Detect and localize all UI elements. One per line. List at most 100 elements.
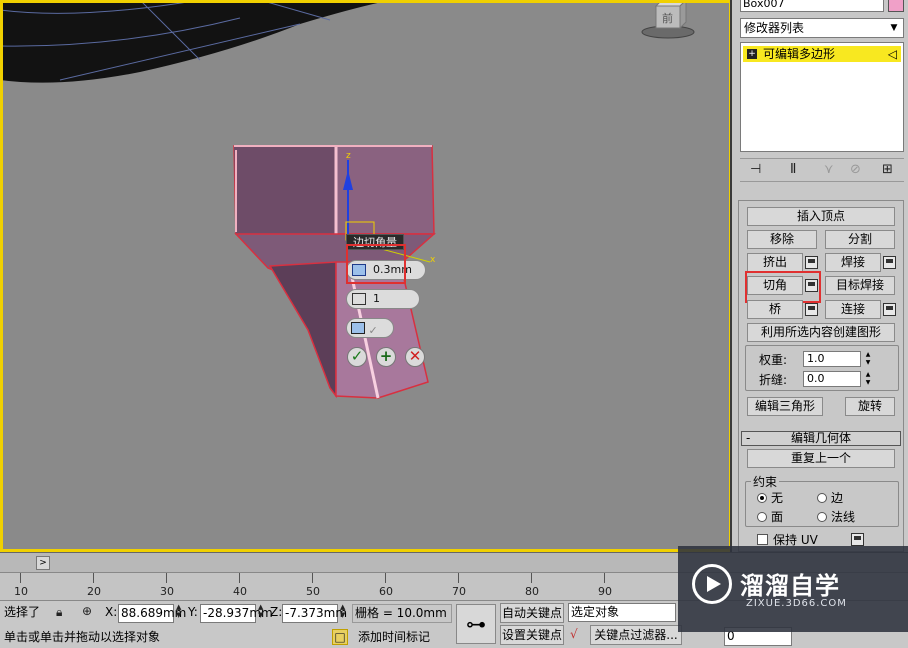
- remove-modifier-icon[interactable]: ⊘: [850, 162, 861, 177]
- turn-button[interactable]: 旋转: [845, 397, 895, 416]
- weight-input[interactable]: 1.0: [803, 351, 861, 367]
- bridge-settings-icon[interactable]: [805, 303, 818, 316]
- y-spinner-icon[interactable]: ▲ ▼: [258, 603, 263, 619]
- z-spinner-icon[interactable]: ▲ ▼: [340, 603, 345, 619]
- chamfer-amount-value: 0.3mm: [373, 263, 412, 276]
- caddy-title: 边切角量: [346, 234, 404, 250]
- constraints-label: 约束: [751, 473, 780, 490]
- prompt-line: 单击或单击并拖动以选择对象: [4, 630, 161, 644]
- absolute-mode-icon[interactable]: ⊕: [82, 604, 92, 618]
- pin-stack-icon[interactable]: ⊣: [750, 162, 761, 177]
- chamfer-settings-icon[interactable]: [805, 279, 818, 292]
- connect-settings-icon[interactable]: [883, 303, 896, 316]
- time-slider-next-icon[interactable]: >: [36, 556, 50, 570]
- key-mode-icon[interactable]: √: [570, 627, 578, 641]
- repeat-last-button[interactable]: 重复上一个: [747, 449, 895, 468]
- constraint-edge-radio[interactable]: [817, 493, 827, 503]
- caddy-ok-button[interactable]: ✓: [347, 347, 367, 367]
- connect-button[interactable]: 连接: [825, 300, 881, 319]
- chamfer-button[interactable]: 切角: [747, 276, 803, 295]
- key-filters-button[interactable]: 关键点过滤器...: [590, 625, 682, 645]
- modifier-stack[interactable]: + 可编辑多边形 ◁: [740, 42, 904, 152]
- light-bulb-icon: ◁: [887, 47, 897, 61]
- open-chamfer-toggle[interactable]: ✓: [346, 318, 394, 338]
- segments-field[interactable]: 1: [346, 289, 420, 309]
- x-spinner-icon[interactable]: ▲ ▼: [176, 603, 181, 619]
- configure-sets-icon[interactable]: ⊞: [882, 162, 893, 177]
- open-chamfer-icon: [351, 322, 365, 334]
- crease-label: 折缝:: [759, 373, 788, 387]
- edit-geometry-title: 编辑几何体: [790, 431, 851, 445]
- svg-text:x: x: [430, 255, 436, 265]
- extrude-settings-icon[interactable]: [805, 256, 818, 269]
- modifier-list-label: 修改器列表: [744, 21, 805, 35]
- perspective-viewport[interactable]: z x 前 边切角量 0.3mm 1 ✓ ✓ + ✕: [0, 0, 732, 552]
- chamfer-amount-field[interactable]: 0.3mm: [346, 260, 426, 280]
- target-weld-button[interactable]: 目标焊接: [825, 276, 895, 295]
- constraint-normal-label: 法线: [831, 510, 856, 524]
- weld-settings-icon[interactable]: [883, 256, 896, 269]
- constraint-edge-label: 边: [831, 491, 844, 505]
- plus-icon: +: [379, 347, 393, 365]
- lock-icon[interactable]: 🔒︎: [56, 605, 62, 620]
- track-tick-label: 80: [525, 585, 539, 598]
- set-key-button[interactable]: 设置关键点: [500, 625, 564, 645]
- constraint-face-radio[interactable]: [757, 512, 767, 522]
- caddy-cancel-button[interactable]: ✕: [405, 347, 425, 367]
- play-logo-icon: [692, 564, 732, 604]
- make-unique-icon[interactable]: ⋎: [824, 162, 834, 177]
- preserve-uv-checkbox[interactable]: [757, 534, 768, 545]
- x-coordinate-input[interactable]: 88.689mm: [118, 604, 186, 623]
- extrude-button[interactable]: 挤出: [747, 253, 803, 272]
- edit-edges-rollout: 插入顶点 移除 分割 挤出 焊接 切角 目标焊接 桥 连接 利用所选内容创建图形…: [738, 200, 904, 552]
- weld-button[interactable]: 焊接: [825, 253, 881, 272]
- selection-status: 选择了: [4, 605, 41, 619]
- z-label: Z:: [270, 605, 283, 619]
- z-coordinate-input[interactable]: -7.373mm: [282, 604, 347, 623]
- chevron-down-icon: ▼: [890, 23, 898, 33]
- preserve-uv-settings-icon[interactable]: [851, 533, 864, 546]
- create-shape-button[interactable]: 利用所选内容创建图形: [747, 323, 895, 342]
- track-tick-label: 70: [452, 585, 466, 598]
- watermark-title: 溜溜自学: [740, 572, 840, 600]
- expand-icon[interactable]: +: [747, 49, 757, 59]
- constraint-none-radio[interactable]: [757, 493, 767, 503]
- svg-text:z: z: [346, 151, 351, 161]
- object-name-field[interactable]: Box007: [740, 0, 884, 12]
- track-tick-label: 90: [598, 585, 612, 598]
- edit-geometry-rollout-title[interactable]: - 编辑几何体: [741, 431, 901, 446]
- split-button[interactable]: 分割: [825, 230, 895, 249]
- ground-mesh: [0, 0, 392, 83]
- object-color-swatch[interactable]: [888, 0, 904, 12]
- time-tag-icon[interactable]: □: [332, 629, 348, 645]
- stack-toolbar: ⊣ Ⅱ ⋎ ⊘ ⊞: [740, 158, 904, 182]
- segments-icon: [352, 293, 366, 305]
- viewcube-face-label: 前: [662, 11, 673, 25]
- auto-key-button[interactable]: 自动关键点: [500, 603, 564, 623]
- grid-size-display: 栅格 = 10.0mm: [352, 604, 452, 623]
- y-coordinate-input[interactable]: -28.937mm: [200, 604, 273, 623]
- weight-spinner-icon[interactable]: ▲ ▼: [863, 351, 873, 367]
- crease-spinner-icon[interactable]: ▲ ▼: [863, 371, 873, 387]
- caddy-apply-button[interactable]: +: [376, 347, 396, 367]
- set-key-icon[interactable]: ⊶: [456, 604, 496, 644]
- model-leg[interactable]: [268, 261, 337, 399]
- track-tick-label: 60: [379, 585, 393, 598]
- remove-button[interactable]: 移除: [747, 230, 817, 249]
- y-label: Y:: [188, 605, 198, 619]
- weight-label: 权重:: [759, 353, 788, 367]
- watermark: 溜溜自学 ZIXUE.3D66.COM: [678, 546, 908, 632]
- bridge-button[interactable]: 桥: [747, 300, 803, 319]
- edit-triangles-button[interactable]: 编辑三角形: [747, 397, 823, 416]
- key-selection-dropdown[interactable]: 选定对象: [568, 603, 676, 622]
- viewcube[interactable]: 前: [640, 0, 696, 40]
- watermark-subtitle: ZIXUE.3D66.COM: [746, 598, 847, 609]
- track-tick-label: 40: [233, 585, 247, 598]
- insert-vertex-button[interactable]: 插入顶点: [747, 207, 895, 226]
- show-end-result-icon[interactable]: Ⅱ: [790, 162, 796, 177]
- modifier-list-dropdown[interactable]: 修改器列表 ▼: [740, 18, 904, 38]
- add-time-tag-label[interactable]: 添加时间标记: [358, 629, 430, 648]
- stack-item-editable-poly[interactable]: + 可编辑多边形 ◁: [743, 46, 901, 62]
- constraint-normal-radio[interactable]: [817, 512, 827, 522]
- crease-input[interactable]: 0.0: [803, 371, 861, 387]
